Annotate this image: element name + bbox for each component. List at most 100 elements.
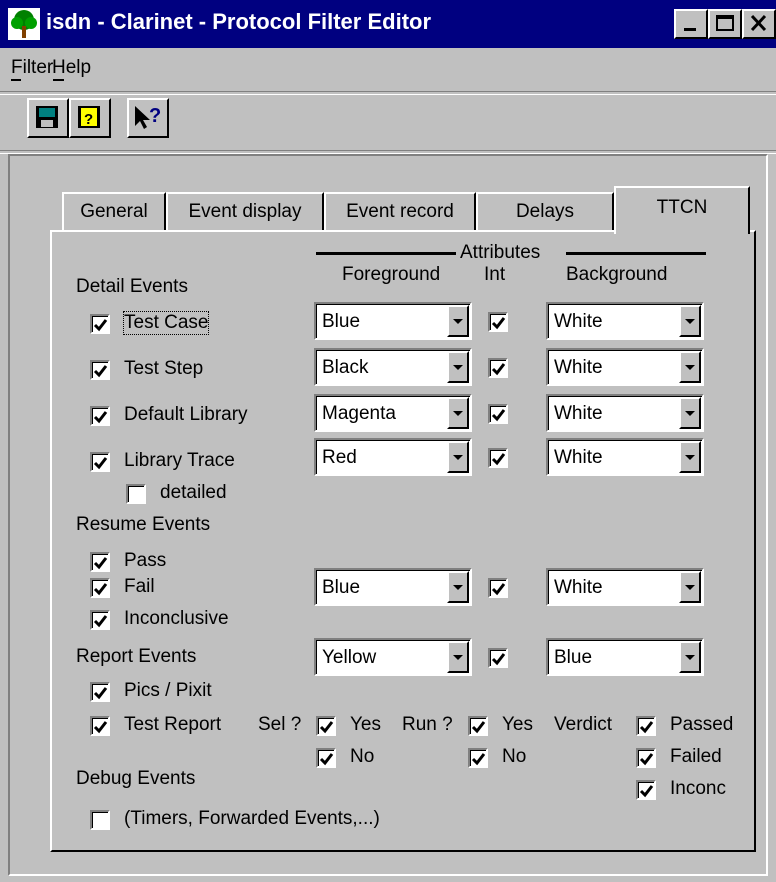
chevron-down-icon <box>453 411 463 416</box>
resume-foreground-select[interactable]: Blue <box>314 568 472 606</box>
debug-label: (Timers, Forwarded Events,...) <box>124 808 380 829</box>
chevron-down-icon <box>453 455 463 460</box>
dropdown-button[interactable] <box>447 441 469 473</box>
context-help-button[interactable]: ? <box>127 98 169 138</box>
run-no-checkbox[interactable] <box>468 748 488 768</box>
svg-text:?: ? <box>84 111 93 128</box>
check-icon <box>319 753 334 766</box>
failed-label: Failed <box>670 746 722 767</box>
chevron-down-icon <box>685 585 695 590</box>
report-foreground-select[interactable]: Yellow <box>314 638 472 676</box>
maximize-button[interactable] <box>708 9 742 39</box>
detailed-checkbox[interactable] <box>126 484 146 504</box>
dropdown-button[interactable] <box>447 305 469 337</box>
default-library-background-select[interactable]: White <box>546 394 704 432</box>
debug-checkbox[interactable] <box>90 810 110 830</box>
inconc-label: Inconc <box>670 778 726 799</box>
inconc-checkbox[interactable] <box>636 780 656 800</box>
test-step-background-select[interactable]: White <box>546 348 704 386</box>
dropdown-button[interactable] <box>679 441 701 473</box>
resume-background-select[interactable]: White <box>546 568 704 606</box>
default-library-foreground-select[interactable]: Magenta <box>314 394 472 432</box>
tab-event-display[interactable]: Event display <box>166 192 324 232</box>
library-trace-int-checkbox[interactable] <box>488 448 508 468</box>
menu-help[interactable]: Help <box>52 57 91 79</box>
save-icon <box>36 106 58 128</box>
attributes-header: Attributes <box>460 242 541 263</box>
test-case-label[interactable]: Test Case <box>122 311 210 335</box>
report-int-checkbox[interactable] <box>488 648 508 668</box>
test-case-bg-value: White <box>554 311 603 332</box>
check-icon <box>491 317 506 330</box>
check-icon <box>471 753 486 766</box>
dropdown-button[interactable] <box>679 571 701 603</box>
test-step-checkbox[interactable] <box>90 360 110 380</box>
failed-checkbox[interactable] <box>636 748 656 768</box>
resume-fg-value: Blue <box>322 577 361 598</box>
fail-checkbox[interactable] <box>90 578 110 598</box>
check-icon <box>639 785 654 798</box>
minimize-button[interactable] <box>674 9 708 39</box>
dropdown-button[interactable] <box>447 571 469 603</box>
library-trace-checkbox[interactable] <box>90 452 110 472</box>
test-step-label: Test Step <box>124 358 204 379</box>
check-icon <box>491 583 506 596</box>
dropdown-button[interactable] <box>679 397 701 429</box>
pass-checkbox[interactable] <box>90 552 110 572</box>
run-yes-label: Yes <box>502 714 533 735</box>
test-step-int-checkbox[interactable] <box>488 358 508 378</box>
run-no-label: No <box>502 746 527 767</box>
test-step-foreground-select[interactable]: Black <box>314 348 472 386</box>
dropdown-button[interactable] <box>447 397 469 429</box>
save-button[interactable] <box>27 98 69 138</box>
default-library-checkbox[interactable] <box>90 406 110 426</box>
check-icon <box>93 365 108 378</box>
verdict-label: Verdict <box>554 714 613 735</box>
tab-event-record[interactable]: Event record <box>324 192 476 232</box>
dropdown-button[interactable] <box>679 351 701 383</box>
passed-checkbox[interactable] <box>636 716 656 736</box>
pics-pixit-checkbox[interactable] <box>90 682 110 702</box>
default-library-int-checkbox[interactable] <box>488 404 508 424</box>
tab-ttcn[interactable]: TTCN <box>614 186 750 234</box>
tree-app-icon[interactable] <box>8 8 40 40</box>
library-trace-background-select[interactable]: White <box>546 438 704 476</box>
check-icon <box>93 583 108 596</box>
check-icon <box>93 615 108 628</box>
check-icon <box>93 687 108 700</box>
test-step-bg-value: White <box>554 357 603 378</box>
dropdown-button[interactable] <box>447 641 469 673</box>
attributes-line-left <box>316 252 456 255</box>
dropdown-button[interactable] <box>679 641 701 673</box>
chevron-down-icon <box>685 365 695 370</box>
save-help-button[interactable]: ? <box>69 98 111 138</box>
attributes-line-right <box>566 252 706 255</box>
sel-no-checkbox[interactable] <box>316 748 336 768</box>
menu-filter[interactable]: Filter <box>11 57 53 79</box>
check-icon <box>93 457 108 470</box>
dropdown-button[interactable] <box>447 351 469 383</box>
report-events-title: Report Events <box>76 646 197 667</box>
close-button[interactable] <box>742 9 776 39</box>
test-case-checkbox[interactable] <box>90 314 110 334</box>
report-background-select[interactable]: Blue <box>546 638 704 676</box>
chevron-down-icon <box>685 319 695 324</box>
tab-general[interactable]: General <box>62 192 166 232</box>
pass-label: Pass <box>124 550 167 571</box>
sel-yes-checkbox[interactable] <box>316 716 336 736</box>
background-header: Background <box>566 264 668 285</box>
inconclusive-checkbox[interactable] <box>90 610 110 630</box>
resume-int-checkbox[interactable] <box>488 578 508 598</box>
test-report-checkbox[interactable] <box>90 716 110 736</box>
test-case-background-select[interactable]: White <box>546 302 704 340</box>
dropdown-button[interactable] <box>679 305 701 337</box>
library-trace-bg-value: White <box>554 447 603 468</box>
test-case-foreground-select[interactable]: Blue <box>314 302 472 340</box>
help-book-icon: ? <box>78 106 100 128</box>
check-icon <box>93 319 108 332</box>
test-case-int-checkbox[interactable] <box>488 312 508 332</box>
run-yes-checkbox[interactable] <box>468 716 488 736</box>
tab-delays[interactable]: Delays <box>476 192 614 232</box>
library-trace-foreground-select[interactable]: Red <box>314 438 472 476</box>
check-icon <box>93 557 108 570</box>
